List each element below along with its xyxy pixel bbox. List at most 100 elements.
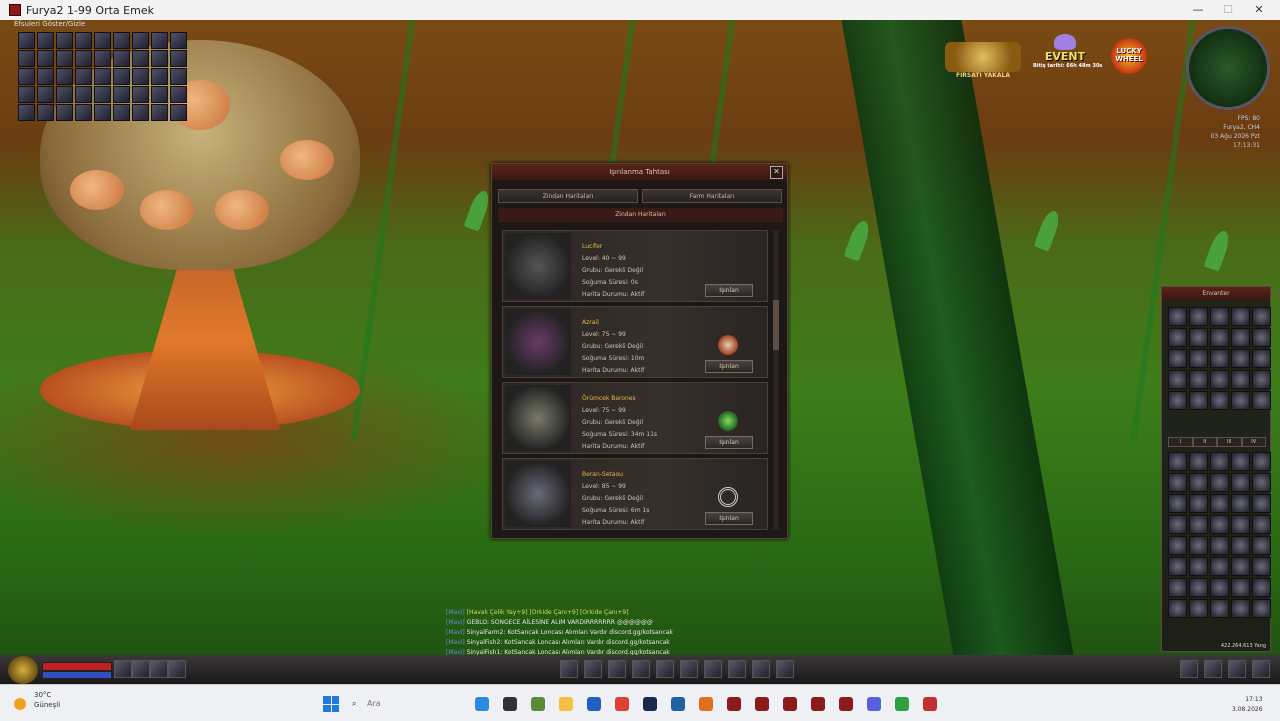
skill-slot[interactable] [18, 32, 35, 49]
minimap[interactable] [1186, 26, 1270, 110]
lucky-wheel-icon[interactable]: LUCKY WHEEL [1111, 38, 1147, 74]
inventory-slot[interactable] [1168, 536, 1187, 555]
taskbar-search[interactable]: ⌕ Ara [352, 695, 452, 713]
system-clock[interactable]: 17:13 3.08.2026 [1232, 695, 1263, 715]
skill-slot[interactable] [56, 86, 73, 103]
taskbar-app-icon[interactable] [503, 697, 517, 711]
taskbar-app-icon[interactable] [531, 697, 545, 711]
inventory-slot[interactable] [1252, 557, 1271, 576]
treasure-chest-icon[interactable]: FIRSATI YAKALA [945, 42, 1021, 79]
equipment-slot[interactable] [1168, 328, 1187, 347]
inventory-slot[interactable] [1231, 599, 1250, 618]
weather-widget[interactable]: 30°C Güneşli [34, 690, 60, 710]
taskbar-app-icon[interactable] [643, 697, 657, 711]
taskbar-app-icon[interactable] [811, 697, 825, 711]
quickslot[interactable] [680, 660, 698, 678]
equipment-slot[interactable] [1210, 349, 1229, 368]
skill-slot[interactable] [132, 86, 149, 103]
skill-slot[interactable] [56, 68, 73, 85]
skill-slot[interactable] [56, 50, 73, 67]
inventory-slot[interactable] [1252, 536, 1271, 555]
teleport-close-button[interactable]: ✕ [770, 166, 783, 179]
taskbar-app-icon[interactable] [755, 697, 769, 711]
inventory-slot[interactable] [1168, 473, 1187, 492]
inventory-tab[interactable]: II [1192, 437, 1217, 447]
equipment-slot[interactable] [1210, 328, 1229, 347]
skill-slot[interactable] [37, 32, 54, 49]
skill-slot[interactable] [151, 86, 168, 103]
inventory-slot[interactable] [1189, 452, 1208, 471]
minimize-button[interactable]: — [1188, 2, 1208, 18]
teleport-scrollbar[interactable] [773, 230, 779, 530]
equipment-slot[interactable] [1189, 328, 1208, 347]
inventory-slot[interactable] [1210, 452, 1229, 471]
taskbar-app-icon[interactable] [867, 697, 881, 711]
taskbar-app-icon[interactable] [475, 697, 489, 711]
equipment-slot[interactable] [1189, 370, 1208, 389]
equipment-slot[interactable] [1189, 391, 1208, 410]
skill-slot[interactable] [151, 68, 168, 85]
skill-slot[interactable] [170, 32, 187, 49]
taskbar-app-icon[interactable] [587, 697, 601, 711]
equipment-slot[interactable] [1168, 349, 1187, 368]
teleport-button[interactable]: Işınlan [705, 360, 753, 373]
inventory-slot[interactable] [1168, 599, 1187, 618]
quickslot[interactable] [1180, 660, 1198, 678]
inventory-slot[interactable] [1210, 494, 1229, 513]
quickslot[interactable] [132, 660, 150, 678]
taskbar-app-icon[interactable] [559, 697, 573, 711]
inventory-slot[interactable] [1231, 452, 1250, 471]
taskbar-app-icon[interactable] [727, 697, 741, 711]
skill-slot[interactable] [37, 50, 54, 67]
quickslot[interactable] [752, 660, 770, 678]
skill-slot[interactable] [113, 32, 130, 49]
skill-slot[interactable] [132, 50, 149, 67]
skill-slot[interactable] [94, 86, 111, 103]
inventory-slot[interactable] [1231, 515, 1250, 534]
inventory-slot[interactable] [1231, 557, 1250, 576]
skill-slot[interactable] [170, 50, 187, 67]
scrollbar-thumb[interactable] [773, 300, 779, 350]
taskbar-app-icon[interactable] [615, 697, 629, 711]
equipment-slot[interactable] [1231, 328, 1250, 347]
quickslot[interactable] [150, 660, 168, 678]
inventory-slot[interactable] [1210, 536, 1229, 555]
inventory-slot[interactable] [1252, 452, 1271, 471]
equipment-slot[interactable] [1168, 391, 1187, 410]
skill-slot[interactable] [56, 104, 73, 121]
inventory-slot[interactable] [1231, 578, 1250, 597]
skill-slot[interactable] [151, 50, 168, 67]
quickslot[interactable] [560, 660, 578, 678]
quickslot[interactable] [728, 660, 746, 678]
inventory-slot[interactable] [1189, 494, 1208, 513]
skill-slot[interactable] [18, 50, 35, 67]
skill-slot[interactable] [94, 68, 111, 85]
skill-slot[interactable] [75, 86, 92, 103]
close-window-button[interactable]: ✕ [1249, 2, 1269, 18]
inventory-tab[interactable]: III [1217, 437, 1242, 447]
inventory-slot[interactable] [1168, 578, 1187, 597]
taskbar-app-icon[interactable] [783, 697, 797, 711]
skill-slot[interactable] [113, 104, 130, 121]
equipment-slot[interactable] [1189, 349, 1208, 368]
skill-slot[interactable] [94, 104, 111, 121]
teleport-button[interactable]: Işınlan [705, 284, 753, 297]
inventory-slot[interactable] [1210, 599, 1229, 618]
inventory-slot[interactable] [1252, 599, 1271, 618]
skill-slot[interactable] [75, 68, 92, 85]
event-button[interactable]: EVENT Bitiş tarihi: 66h 48m 30s [1033, 34, 1102, 69]
inventory-slot[interactable] [1168, 515, 1187, 534]
inventory-slot[interactable] [1189, 599, 1208, 618]
teleport-window-title[interactable]: Işınlanma Tahtası [492, 164, 787, 180]
teleport-button[interactable]: Işınlan [705, 512, 753, 525]
equipment-slot[interactable] [1210, 391, 1229, 410]
inventory-slot[interactable] [1168, 452, 1187, 471]
skill-slot[interactable] [75, 50, 92, 67]
equipment-slot[interactable] [1252, 307, 1271, 326]
skill-slot[interactable] [113, 50, 130, 67]
skill-slot[interactable] [170, 104, 187, 121]
taskbar-app-icon[interactable] [671, 697, 685, 711]
equipment-slot[interactable] [1210, 307, 1229, 326]
skill-slot[interactable] [151, 32, 168, 49]
quickslot[interactable] [608, 660, 626, 678]
